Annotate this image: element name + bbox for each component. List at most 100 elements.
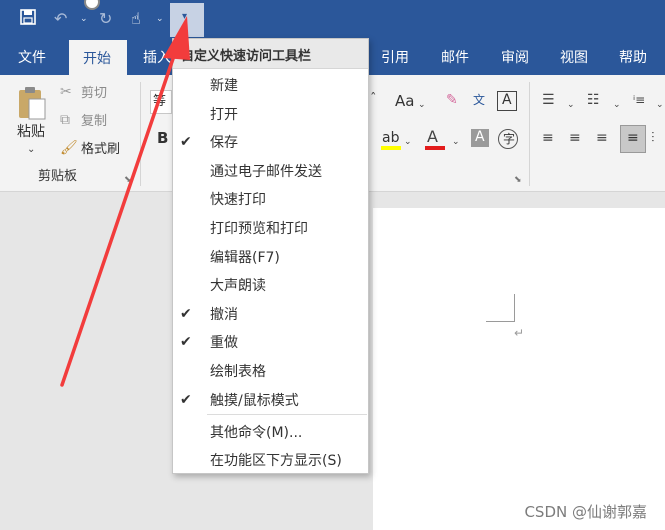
document-page[interactable] <box>373 208 665 530</box>
menu-item-label: 新建 <box>210 78 238 94</box>
chevron-down-icon: ▾ <box>182 11 188 22</box>
change-case-dropdown-icon[interactable]: ⌄ <box>418 97 426 113</box>
menu-item-label: 绘制表格 <box>210 364 266 380</box>
tab-review[interactable]: 审阅 <box>501 48 529 68</box>
group-separator <box>140 82 141 186</box>
checkmark-icon: ✔ <box>180 334 192 351</box>
tab-insert[interactable]: 插入 <box>143 48 171 68</box>
checkmark-icon: ✔ <box>180 391 192 408</box>
menu-item-label: 重做 <box>210 335 238 352</box>
menu-item[interactable]: 通过电子邮件发送 <box>174 158 367 186</box>
justify-icon: ≡ <box>627 130 639 146</box>
copy-button[interactable]: 复制 <box>81 114 107 130</box>
undo-icon[interactable]: ↶ <box>54 9 67 29</box>
menu-item-label: 快速打印 <box>210 192 266 209</box>
enclose-characters-icon[interactable]: 字 <box>498 129 518 149</box>
menu-item-label: 其他命令(M)... <box>210 425 303 441</box>
menu-item[interactable]: ✔ 触摸/鼠标模式 <box>174 387 367 415</box>
tab-file[interactable]: 文件 <box>18 48 46 68</box>
touch-mode-icon[interactable]: ☝ <box>131 9 141 29</box>
clipboard-group-label: 剪贴板 <box>38 169 78 184</box>
paste-dropdown-icon[interactable]: ⌄ <box>27 142 35 158</box>
menu-item[interactable]: 编辑器(F7) <box>174 244 367 272</box>
paste-icon[interactable] <box>17 85 47 121</box>
tab-mailings[interactable]: 邮件 <box>441 48 469 68</box>
menu-item[interactable]: 快速打印 <box>174 186 367 214</box>
cut-button[interactable]: 剪切 <box>81 86 107 102</box>
align-right-icon[interactable]: ≡ <box>596 130 608 146</box>
menu-item-more-commands[interactable]: 其他命令(M)... <box>174 419 367 447</box>
menu-header: 自定义快速访问工具栏 <box>173 39 368 69</box>
tab-view[interactable]: 视图 <box>560 48 588 68</box>
tab-references[interactable]: 引用 <box>381 48 409 68</box>
redo-icon[interactable]: ↻ <box>99 9 112 29</box>
numbering-icon[interactable]: ☷ <box>587 92 600 108</box>
font-color-dropdown-icon[interactable]: ⌄ <box>452 134 460 150</box>
paragraph-mark-icon: ↵ <box>514 326 525 340</box>
menu-item-label: 撤消 <box>210 306 238 323</box>
phonetic-guide-icon[interactable]: 文 <box>473 92 485 108</box>
undo-dropdown-icon[interactable]: ⌄ <box>80 14 88 24</box>
font-color-icon[interactable]: A <box>427 129 438 145</box>
title-bar: ↶ ⌄ ↻ ☝ ⌄ ▾ <box>0 0 665 40</box>
multilevel-dropdown-icon[interactable]: ⌄ <box>656 97 664 113</box>
menu-item[interactable]: ✔ 撤消 <box>174 301 367 329</box>
menu-item-label: 打印预览和打印 <box>210 221 308 237</box>
format-painter-icon: 🖌 <box>60 140 78 156</box>
font-color-bar <box>425 146 445 150</box>
menu-item[interactable]: 新建 <box>174 72 367 100</box>
menu-divider <box>207 414 367 415</box>
format-painter-button[interactable]: 格式刷 <box>81 142 120 158</box>
margin-mark-vertical <box>514 294 515 322</box>
character-border-icon[interactable]: A <box>497 91 517 111</box>
distributed-icon[interactable]: ⫶ <box>651 130 655 146</box>
highlight-color-bar <box>381 146 401 150</box>
grow-font-icon[interactable]: ˆ <box>370 92 377 108</box>
font-name-value: 等 <box>153 94 167 109</box>
checkmark-icon: ✔ <box>180 305 192 322</box>
menu-item[interactable]: 打印预览和打印 <box>174 215 367 243</box>
menu-item-label: 编辑器(F7) <box>210 249 280 266</box>
change-case-button[interactable]: Aa <box>395 93 414 109</box>
cursor-circle-icon <box>84 0 100 10</box>
menu-item-label: 在功能区下方显示(S) <box>210 453 342 469</box>
menu-item[interactable]: 绘制表格 <box>174 358 367 386</box>
highlight-dropdown-icon[interactable]: ⌄ <box>404 134 412 150</box>
text-highlight-icon[interactable]: ab <box>382 130 399 146</box>
menu-item-show-below-ribbon[interactable]: 在功能区下方显示(S) <box>174 447 367 475</box>
menu-item[interactable]: ✔ 重做 <box>174 329 367 357</box>
align-center-icon[interactable]: ≡ <box>569 130 581 146</box>
font-name-box[interactable]: 等 <box>150 90 172 114</box>
customize-qat-button[interactable]: ▾ <box>170 3 204 37</box>
justify-button[interactable]: ≡ <box>620 125 646 153</box>
save-icon[interactable] <box>20 9 36 30</box>
numbering-dropdown-icon[interactable]: ⌄ <box>613 97 621 113</box>
menu-item[interactable]: 打开 <box>174 101 367 129</box>
group-separator <box>529 82 530 186</box>
multilevel-list-icon[interactable]: ⁱ≡ <box>633 92 645 108</box>
menu-item-label: 保存 <box>210 135 238 152</box>
tab-help[interactable]: 帮助 <box>619 48 647 68</box>
scissors-icon: ✂ <box>60 84 72 100</box>
paste-button[interactable]: 粘贴 <box>17 124 45 140</box>
menu-item[interactable]: ✔ 保存 <box>174 129 367 157</box>
character-shading-icon[interactable]: A <box>471 129 489 147</box>
touch-mode-dropdown-icon[interactable]: ⌄ <box>156 14 164 24</box>
menu-item-label: 大声朗读 <box>210 278 266 295</box>
checkmark-icon: ✔ <box>180 134 192 151</box>
menu-item-label: 触摸/鼠标模式 <box>210 392 299 409</box>
font-dialog-launcher-icon[interactable]: ⬊ <box>514 172 522 188</box>
watermark: CSDN @仙谢郭嘉 <box>524 503 647 521</box>
dialog-launcher-icon[interactable]: ⬊ <box>124 172 132 188</box>
bullets-icon[interactable]: ☰ <box>542 92 555 108</box>
menu-item-label: 打开 <box>210 106 238 123</box>
align-left-icon[interactable]: ≡ <box>542 130 554 146</box>
copy-icon: ⧉ <box>60 112 70 128</box>
bold-button[interactable]: B <box>157 130 168 146</box>
customize-qat-menu: 自定义快速访问工具栏 新建打开 ✔ 保存通过电子邮件发送快速打印打印预览和打印 编辑器… <box>172 38 369 474</box>
bullets-dropdown-icon[interactable]: ⌄ <box>567 97 575 113</box>
clear-formatting-icon[interactable]: ✎ <box>446 92 458 108</box>
menu-item[interactable]: 大声朗读 <box>174 272 367 300</box>
tab-home-label: 开始 <box>83 51 111 67</box>
tab-home[interactable]: 开始 <box>69 40 127 76</box>
